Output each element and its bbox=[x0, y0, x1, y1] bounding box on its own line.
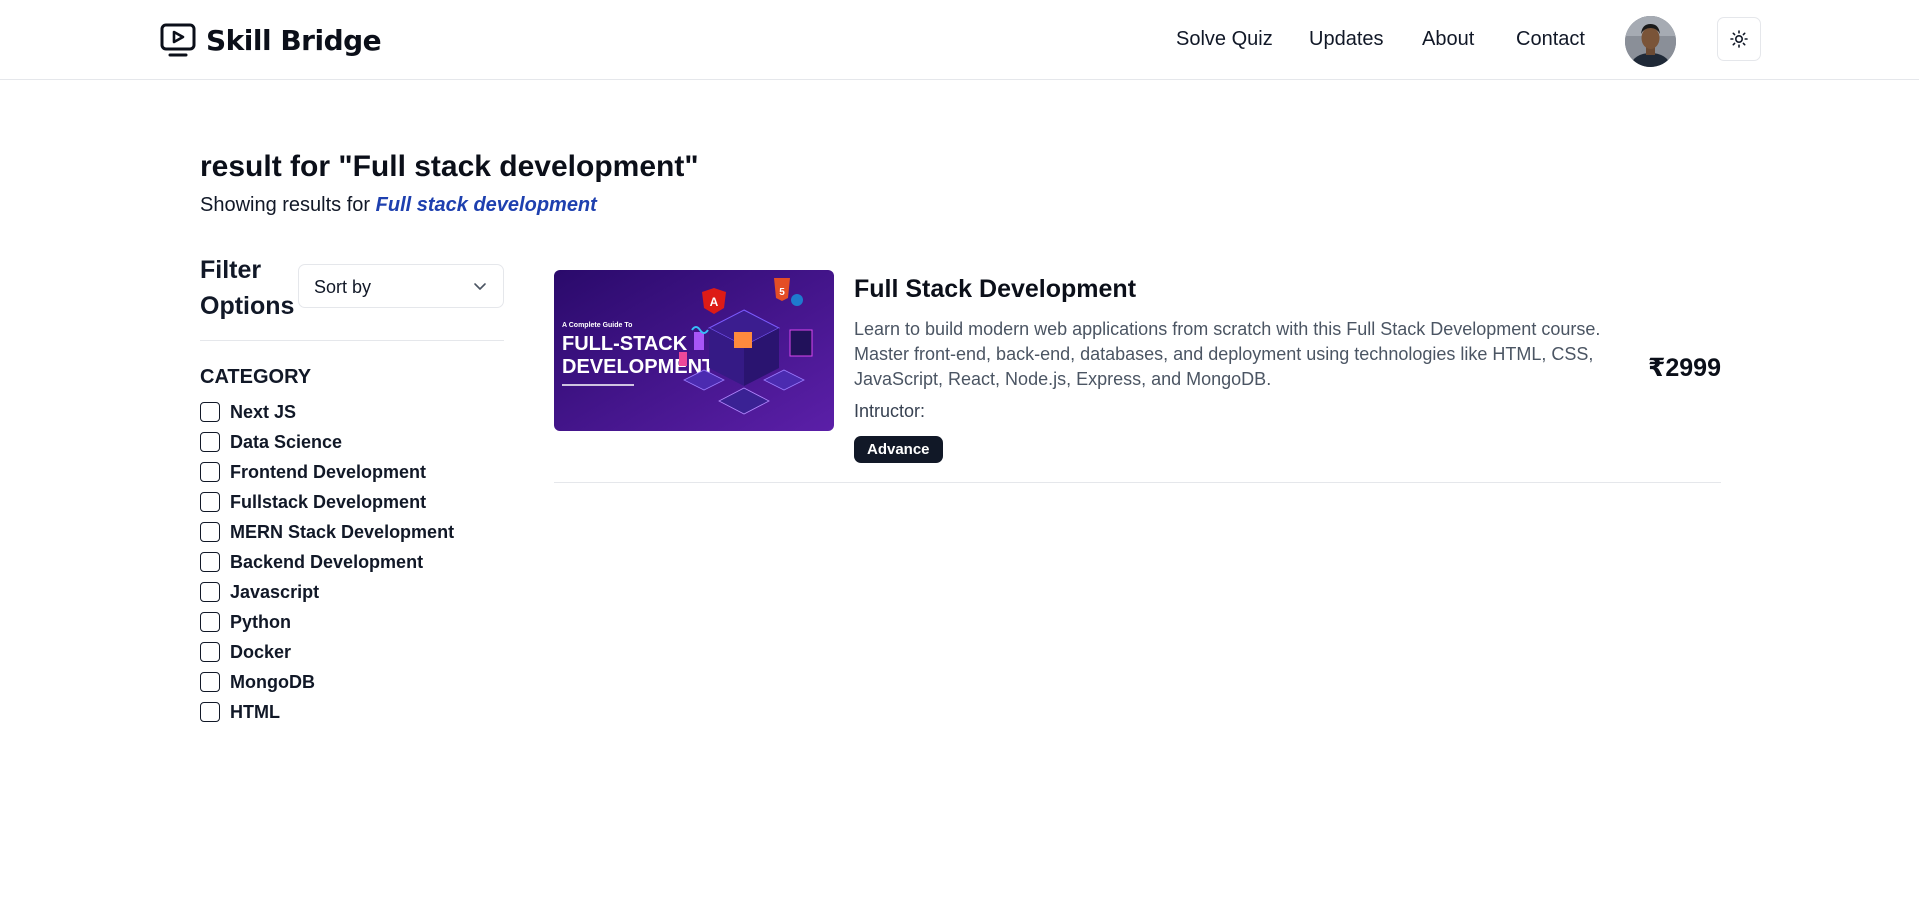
category-next-js[interactable]: Next JS bbox=[200, 399, 296, 425]
sort-label: Sort by bbox=[314, 277, 372, 297]
thumb-line1: A Complete Guide To bbox=[562, 322, 632, 329]
course-thumbnail[interactable]: A Complete Guide To FULL-STACK DEVELOPME… bbox=[554, 270, 834, 431]
category-html[interactable]: HTML bbox=[200, 699, 280, 725]
category-checkbox[interactable] bbox=[200, 402, 220, 422]
avatar[interactable] bbox=[1625, 16, 1676, 67]
category-label: HTML bbox=[230, 701, 280, 722]
sun-icon bbox=[1730, 30, 1748, 48]
angular-letter: A bbox=[710, 295, 719, 309]
brand-name: Skill Bridge bbox=[206, 23, 382, 57]
nav-updates[interactable]: Updates bbox=[1309, 28, 1384, 51]
theme-toggle-button[interactable] bbox=[1717, 17, 1761, 61]
category-fullstack-development[interactable]: Fullstack Development bbox=[200, 489, 426, 515]
category-python[interactable]: Python bbox=[200, 609, 291, 635]
category-label: Frontend Development bbox=[230, 461, 427, 482]
category-label: Fullstack Development bbox=[230, 491, 427, 512]
card-divider bbox=[554, 482, 1721, 483]
category-checkbox[interactable] bbox=[200, 612, 220, 632]
course-description: Learn to build modern web applications f… bbox=[854, 319, 1601, 389]
page-title: result for "Full stack development" bbox=[200, 150, 699, 183]
play-screen-icon bbox=[160, 23, 196, 57]
category-docker[interactable]: Docker bbox=[200, 639, 291, 665]
category-label: Javascript bbox=[230, 581, 320, 602]
results-subtitle-prefix: Showing results for bbox=[200, 194, 376, 216]
top-navbar: Skill Bridge Solve Quiz Updates About Co… bbox=[0, 0, 1919, 80]
course-instructor: Intructor: bbox=[854, 401, 926, 421]
category-checkbox[interactable] bbox=[200, 582, 220, 602]
category-heading: CATEGORY bbox=[200, 366, 312, 388]
category-data-science[interactable]: Data Science bbox=[200, 429, 342, 455]
category-checkbox[interactable] bbox=[200, 432, 220, 452]
category-checkbox[interactable] bbox=[200, 462, 220, 482]
category-checkbox[interactable] bbox=[200, 492, 220, 512]
category-checkbox[interactable] bbox=[200, 642, 220, 662]
html5-number: 5 bbox=[779, 287, 785, 298]
level-badge: Advance bbox=[854, 436, 943, 463]
category-label: Next JS bbox=[230, 401, 297, 422]
category-label: Python bbox=[230, 611, 291, 632]
chevron-down-icon bbox=[474, 283, 486, 290]
html5-badge: 5 bbox=[774, 278, 790, 301]
thumb-line3: DEVELOPMENT bbox=[562, 356, 714, 378]
nav-solve-quiz[interactable]: Solve Quiz bbox=[1176, 28, 1273, 51]
category-label: Data Science bbox=[230, 431, 343, 452]
category-checkbox[interactable] bbox=[200, 522, 220, 542]
category-checkbox[interactable] bbox=[200, 672, 220, 692]
category-mongodb[interactable]: MongoDB bbox=[200, 669, 315, 695]
user-photo bbox=[1625, 16, 1676, 67]
course-price: ₹2999 bbox=[1647, 354, 1721, 382]
category-label: Backend Development bbox=[230, 551, 424, 572]
course-card[interactable]: A Complete Guide To FULL-STACK DEVELOPME… bbox=[554, 269, 1721, 483]
category-mern-stack-development[interactable]: MERN Stack Development bbox=[200, 519, 454, 545]
nav-about[interactable]: About bbox=[1422, 28, 1474, 51]
filter-divider bbox=[200, 340, 504, 341]
brand-logo[interactable]: Skill Bridge bbox=[160, 20, 382, 60]
category-checkbox[interactable] bbox=[200, 552, 220, 572]
nav-contact[interactable]: Contact bbox=[1516, 28, 1585, 51]
course-thumbnail-art: A Complete Guide To FULL-STACK DEVELOPME… bbox=[554, 270, 834, 431]
filter-title: Filter Options bbox=[200, 256, 295, 320]
results-subtitle: Showing results for Full stack developme… bbox=[200, 194, 597, 217]
thumb-line2: FULL-STACK bbox=[562, 333, 688, 355]
category-backend-development[interactable]: Backend Development bbox=[200, 549, 423, 575]
search-query: Full stack development bbox=[375, 194, 597, 216]
sort-select[interactable]: Sort by bbox=[298, 264, 504, 308]
category-label: MongoDB bbox=[230, 671, 315, 692]
category-label: MERN Stack Development bbox=[230, 521, 455, 542]
category-frontend-development[interactable]: Frontend Development bbox=[200, 459, 426, 485]
category-checkbox[interactable] bbox=[200, 702, 220, 722]
category-javascript[interactable]: Javascript bbox=[200, 579, 319, 605]
course-title[interactable]: Full Stack Development bbox=[854, 275, 1136, 304]
category-label: Docker bbox=[230, 641, 292, 662]
